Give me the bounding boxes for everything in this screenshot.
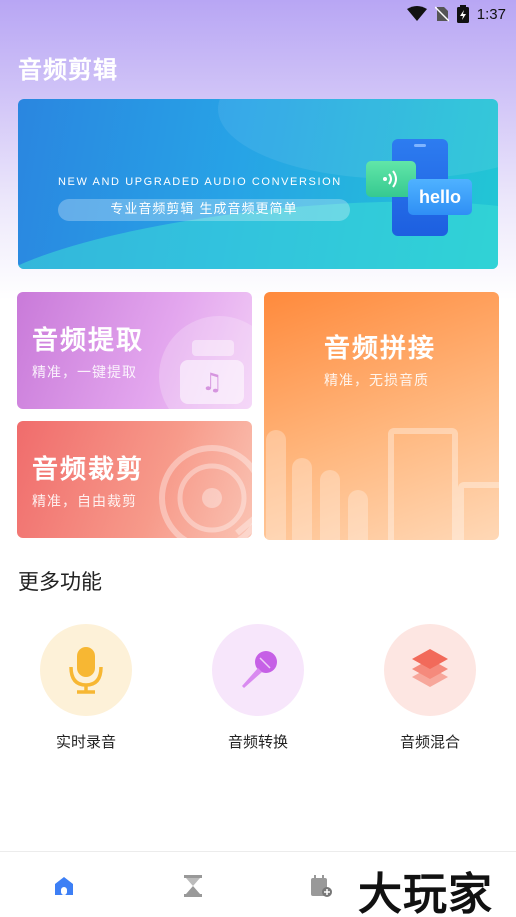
nav-home[interactable] — [51, 872, 77, 900]
feature-audio-conversion[interactable]: 音频转换 — [188, 624, 328, 752]
device-outline-small-decoration — [458, 482, 499, 540]
microphone-icon — [40, 624, 132, 716]
calendar-add-icon — [311, 875, 332, 897]
feature-realtime-recording[interactable]: 实时录音 — [16, 624, 156, 752]
banner-headline: NEW AND UPGRADED AUDIO CONVERSION — [58, 176, 342, 188]
audio-join-title: 音频拼接 — [324, 334, 437, 364]
status-icons: 1:37 — [406, 5, 506, 23]
music-folder-icon: ♫ — [180, 360, 244, 404]
app-title: 音频剪辑 — [18, 56, 118, 84]
audio-trim-subtitle: 精准，自由裁剪 — [32, 494, 137, 510]
audio-trim-card[interactable]: 音频裁剪 精准，自由裁剪 — [17, 421, 252, 538]
audio-extract-title: 音频提取 — [32, 326, 145, 356]
device-outline-decoration — [388, 428, 458, 540]
banner-wave-light — [218, 99, 498, 179]
audio-trim-title: 音频裁剪 — [32, 455, 145, 485]
karaoke-mic-icon — [212, 624, 304, 716]
audio-join-card[interactable]: 音频拼接 精准，无损音质 — [264, 292, 499, 540]
vinyl-record-icon — [159, 445, 252, 538]
status-time: 1:37 — [476, 5, 506, 23]
promo-banner[interactable]: NEW AND UPGRADED AUDIO CONVERSION 专业音频剪辑… — [18, 99, 498, 269]
home-icon — [55, 877, 73, 895]
feature-audio-mixing[interactable]: 音频混合 — [360, 624, 500, 752]
feature-label: 音频转换 — [227, 733, 288, 751]
no-sim-icon — [434, 6, 449, 22]
status-bar: 1:37 — [0, 0, 516, 30]
banner-slogan: 专业音频剪辑 生成音频更简单 — [58, 199, 350, 221]
layers-icon — [384, 624, 476, 716]
battery-icon — [456, 5, 469, 23]
hello-bubble: hello — [408, 179, 472, 215]
feature-label: 实时录音 — [55, 733, 116, 751]
folder-tab-decoration — [192, 340, 234, 356]
audio-extract-subtitle: 精准，一键提取 — [32, 365, 137, 381]
audio-join-subtitle: 精准，无损音质 — [324, 373, 429, 389]
nav-history[interactable] — [180, 872, 206, 900]
hourglass-icon — [184, 875, 202, 897]
audio-extract-card[interactable]: ♫ 音频提取 精准，一键提取 — [17, 292, 252, 409]
watermark-logo: 大玩家 — [358, 869, 493, 917]
wifi-icon — [406, 6, 427, 21]
more-features-title: 更多功能 — [18, 570, 102, 594]
nav-schedule[interactable] — [308, 872, 334, 900]
feature-label: 音频混合 — [399, 733, 460, 751]
